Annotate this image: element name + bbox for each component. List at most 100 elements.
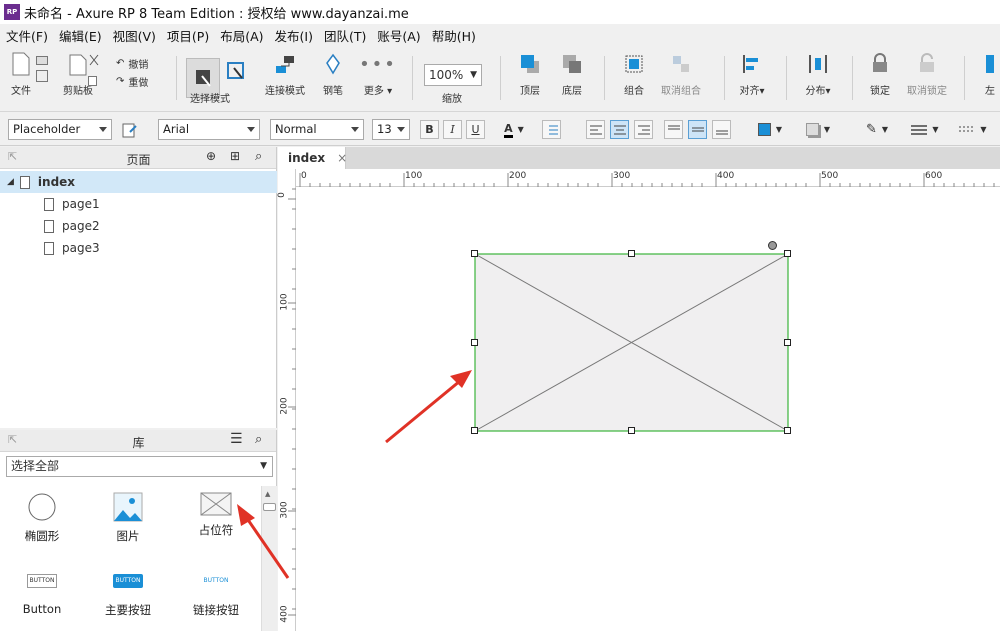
- unlock-button[interactable]: 取消锁定: [904, 46, 950, 112]
- pages-panel: ⇱ 页面 ⊕ ⊞ ⌕ ◢ index page1 page2 page3: [0, 147, 277, 428]
- menu-publish[interactable]: 发布(I): [275, 26, 313, 45]
- menu-arrange[interactable]: 布局(A): [220, 26, 263, 45]
- ruler-v-label: 200: [279, 397, 290, 415]
- chevron-down-icon: [351, 127, 359, 132]
- menu-view[interactable]: 视图(V): [113, 26, 156, 45]
- resize-handle[interactable]: [784, 339, 791, 346]
- italic-button[interactable]: I: [443, 120, 462, 139]
- chevron-down-icon: ▼: [932, 125, 939, 134]
- line-style-button[interactable]: ▼: [954, 120, 992, 139]
- bullet-list-icon[interactable]: [542, 120, 561, 139]
- expand-icon[interactable]: ◢: [7, 177, 14, 187]
- library-item-image[interactable]: 图片: [88, 492, 168, 544]
- shadow-button[interactable]: ▼: [800, 120, 836, 139]
- align-text-center-icon[interactable]: [610, 120, 629, 139]
- redo-button[interactable]: ↷ 重做: [116, 74, 148, 89]
- align-text-right-icon[interactable]: [634, 120, 653, 139]
- rotate-handle[interactable]: [768, 241, 777, 250]
- window-title: 未命名 - Axure RP 8 Team Edition : 授权给 www.…: [24, 6, 409, 22]
- valign-top-icon[interactable]: [664, 120, 683, 139]
- undo-button[interactable]: ↶ 撤销: [116, 56, 148, 71]
- font-family-select[interactable]: Arial: [158, 119, 260, 140]
- style-edit-icon[interactable]: [122, 122, 138, 141]
- align-text-left-icon[interactable]: [586, 120, 605, 139]
- zoom-label: 缩放: [442, 94, 462, 105]
- menu-file[interactable]: 文件(F): [6, 26, 48, 45]
- add-folder-icon[interactable]: ⊞: [230, 149, 240, 163]
- page-item-page1[interactable]: page1: [0, 193, 277, 215]
- image-icon: [113, 492, 143, 522]
- valign-bottom-icon[interactable]: [712, 120, 731, 139]
- resize-handle[interactable]: [628, 250, 635, 257]
- library-item-primary-button[interactable]: BUTTON 主要按钮: [88, 574, 168, 618]
- page-item-index[interactable]: ◢ index: [0, 171, 277, 193]
- open-icon[interactable]: [36, 54, 48, 68]
- ruler-v-label: 400: [279, 605, 290, 623]
- chevron-down-icon: [397, 127, 405, 132]
- library-filter-select[interactable]: 选择全部 ▼: [6, 456, 273, 477]
- arrange-left-icon: [986, 55, 994, 73]
- undo-icon: ↶: [116, 58, 125, 69]
- widget-style-select[interactable]: Placeholder: [8, 119, 112, 140]
- resize-handle[interactable]: [471, 339, 478, 346]
- ruler-h-label: 600: [925, 171, 943, 181]
- library-item-ellipse[interactable]: 椭圆形: [2, 492, 82, 544]
- link-button-icon: BUTTON: [203, 577, 229, 584]
- tab-index[interactable]: index ×: [278, 147, 347, 169]
- main-toolbar: 文件 剪贴板 ↶ 撤销 ↷ 重做 选择模式 连接模式 钢笔 ••• 更多 ▾ 100…: [0, 46, 1000, 112]
- new-file-icon: [12, 52, 30, 76]
- align-button[interactable]: 对齐▾: [734, 46, 770, 112]
- more-button[interactable]: ••• 更多 ▾: [358, 46, 398, 112]
- page-icon: [44, 241, 54, 255]
- line-dash-icon: [959, 126, 976, 131]
- fill-color-button[interactable]: ▼: [752, 120, 788, 139]
- chevron-down-icon: ▼: [775, 125, 783, 134]
- menu-icon[interactable]: ☰: [230, 431, 243, 447]
- intersect-select-icon[interactable]: [226, 60, 246, 85]
- search-icon[interactable]: ⌕: [255, 432, 262, 447]
- left-align-button[interactable]: 左: [980, 46, 1000, 112]
- underline-button[interactable]: U: [466, 120, 485, 139]
- placeholder-widget[interactable]: [470, 240, 794, 436]
- send-to-back-button[interactable]: 底层: [554, 46, 590, 112]
- menu-project[interactable]: 项目(P): [167, 26, 209, 45]
- resize-handle[interactable]: [628, 427, 635, 434]
- page-item-page2[interactable]: page2: [0, 215, 277, 237]
- text-color-button[interactable]: A ▼: [496, 120, 532, 139]
- pen-button[interactable]: 钢笔: [318, 46, 348, 112]
- search-icon[interactable]: ⌕: [255, 149, 262, 164]
- line-color-button[interactable]: ✎ ▼: [858, 120, 896, 139]
- menu-account[interactable]: 账号(A): [377, 26, 420, 45]
- file-button[interactable]: 文件: [8, 46, 34, 112]
- chevron-down-icon: ▼: [470, 70, 477, 80]
- resize-handle[interactable]: [784, 427, 791, 434]
- add-page-icon[interactable]: ⊕: [206, 149, 216, 163]
- ungroup-button[interactable]: 取消组合: [658, 46, 704, 112]
- line-width-button[interactable]: ▼: [906, 120, 944, 139]
- zoom-select[interactable]: 100% ▼: [424, 64, 482, 86]
- library-item-button[interactable]: BUTTON Button: [2, 574, 82, 616]
- lock-button[interactable]: 锁定: [862, 46, 898, 112]
- group-button[interactable]: 组合: [616, 46, 652, 112]
- save-icon[interactable]: [36, 70, 48, 85]
- close-icon[interactable]: ×: [337, 151, 347, 165]
- chevron-down-icon: ▼: [517, 125, 524, 134]
- page-item-page3[interactable]: page3: [0, 237, 277, 259]
- valign-middle-icon[interactable]: [688, 120, 707, 139]
- font-size-select[interactable]: 13: [372, 119, 410, 140]
- font-style-select[interactable]: Normal: [270, 119, 364, 140]
- bold-button[interactable]: B: [420, 120, 439, 139]
- connect-mode-button[interactable]: 连接模式: [262, 46, 308, 112]
- copy-icon[interactable]: [88, 74, 100, 89]
- cut-icon[interactable]: [88, 54, 100, 69]
- menu-edit[interactable]: 编辑(E): [59, 26, 102, 45]
- menu-help[interactable]: 帮助(H): [432, 26, 476, 45]
- resize-handle[interactable]: [471, 250, 478, 257]
- horizontal-ruler: 0 100 200 300 400 500 600: [296, 169, 1000, 187]
- select-mode-icon: [196, 70, 211, 87]
- resize-handle[interactable]: [784, 250, 791, 257]
- bring-to-front-button[interactable]: 顶层: [512, 46, 548, 112]
- menu-team[interactable]: 团队(T): [324, 26, 366, 45]
- ruler-h-label: 0: [301, 171, 307, 181]
- distribute-button[interactable]: 分布▾: [800, 46, 836, 112]
